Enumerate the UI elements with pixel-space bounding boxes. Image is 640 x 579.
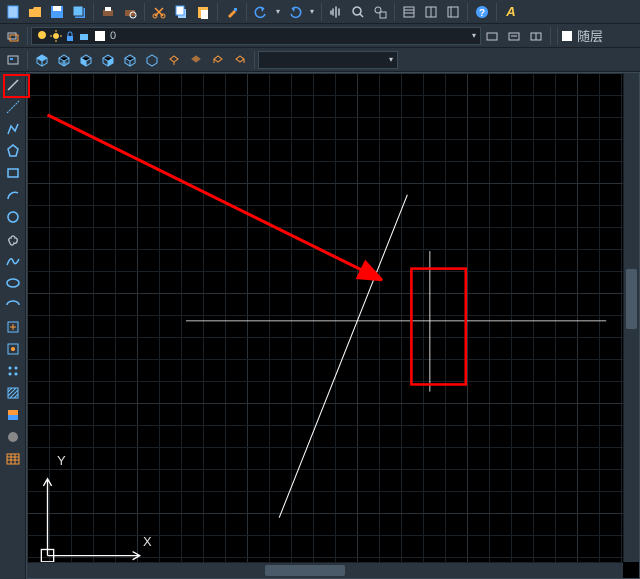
design-center-icon[interactable] xyxy=(421,2,441,22)
chevron-down-icon: ▾ xyxy=(472,31,476,40)
plot-icon[interactable] xyxy=(98,2,118,22)
top-toolbar-3: ▾ xyxy=(0,48,640,72)
view-se-iso-icon[interactable] xyxy=(186,50,206,70)
separator xyxy=(467,3,468,21)
separator xyxy=(394,3,395,21)
circle-tool-icon[interactable] xyxy=(3,207,23,227)
paste-icon[interactable] xyxy=(193,2,213,22)
arc-tool-icon[interactable] xyxy=(3,185,23,205)
make-block-tool-icon[interactable] xyxy=(3,339,23,359)
ellipse-arc-tool-icon[interactable] xyxy=(3,295,23,315)
ucs-y-label: Y xyxy=(57,453,66,468)
view-nw-iso-icon[interactable] xyxy=(230,50,250,70)
revision-cloud-tool-icon[interactable] xyxy=(3,229,23,249)
gradient-tool-icon[interactable] xyxy=(3,405,23,425)
drawing-canvas[interactable]: // grid drawn after data load below xyxy=(26,72,640,579)
print-preview-icon[interactable] xyxy=(120,2,140,22)
layer-name: 0 xyxy=(110,30,116,42)
folder-icon[interactable] xyxy=(25,2,45,22)
match-properties-icon[interactable] xyxy=(222,2,242,22)
separator xyxy=(144,3,145,21)
ellipse-tool-icon[interactable] xyxy=(3,273,23,293)
text-style-icon[interactable]: A xyxy=(501,2,521,22)
separator xyxy=(254,51,255,69)
plot-layer-icon xyxy=(78,30,90,42)
separator xyxy=(496,3,497,21)
layer-properties-icon[interactable] xyxy=(3,26,23,46)
named-views-icon[interactable] xyxy=(3,50,23,70)
line-tool-icon[interactable] xyxy=(3,75,23,95)
view-bottom-icon[interactable] xyxy=(54,50,74,70)
horizontal-scrollbar[interactable] xyxy=(27,562,623,578)
table-tool-icon[interactable] xyxy=(3,449,23,469)
top-toolbar-1: ▾ ▾ ? A xyxy=(0,0,640,24)
separator xyxy=(246,3,247,21)
main-area: // grid drawn after data load below xyxy=(0,72,640,579)
hatch-tool-icon[interactable] xyxy=(3,383,23,403)
svg-text:?: ? xyxy=(479,8,485,19)
visual-style-dropdown[interactable]: ▾ xyxy=(258,51,398,69)
separator xyxy=(27,51,28,69)
view-top-icon[interactable] xyxy=(32,50,52,70)
layer-previous-icon[interactable] xyxy=(482,26,502,46)
undo-icon[interactable] xyxy=(251,2,271,22)
spline-tool-icon[interactable] xyxy=(3,251,23,271)
view-back-icon[interactable] xyxy=(142,50,162,70)
zoom-window-icon[interactable] xyxy=(370,2,390,22)
save-all-icon[interactable] xyxy=(69,2,89,22)
properties-icon[interactable] xyxy=(399,2,419,22)
view-left-icon[interactable] xyxy=(76,50,96,70)
separator xyxy=(93,3,94,21)
color-by-layer-label: 随层 xyxy=(577,26,603,45)
color-swatch-icon xyxy=(561,30,573,42)
layer-color-swatch xyxy=(94,30,106,42)
new-file-icon[interactable] xyxy=(3,2,23,22)
view-front-icon[interactable] xyxy=(120,50,140,70)
sun-icon xyxy=(50,30,62,42)
cut-icon[interactable] xyxy=(149,2,169,22)
region-tool-icon[interactable] xyxy=(3,427,23,447)
zoom-realtime-icon[interactable] xyxy=(348,2,368,22)
undo-dropdown-icon[interactable]: ▾ xyxy=(273,2,283,22)
canvas-overlay xyxy=(27,73,639,578)
save-icon[interactable] xyxy=(47,2,67,22)
lightbulb-icon xyxy=(36,30,48,42)
redo-icon[interactable] xyxy=(285,2,305,22)
layer-off-icon[interactable] xyxy=(526,26,546,46)
vertical-scrollbar[interactable] xyxy=(623,73,639,562)
copy-icon[interactable] xyxy=(171,2,191,22)
layer-state-icon[interactable] xyxy=(504,26,524,46)
polygon-tool-icon[interactable] xyxy=(3,141,23,161)
help-icon[interactable]: ? xyxy=(472,2,492,22)
construction-line-tool-icon[interactable] xyxy=(3,97,23,117)
separator xyxy=(321,3,322,21)
lock-icon xyxy=(64,30,76,42)
pan-icon[interactable] xyxy=(326,2,346,22)
separator xyxy=(217,3,218,21)
tool-palettes-icon[interactable] xyxy=(443,2,463,22)
separator xyxy=(557,27,558,45)
redo-dropdown-icon[interactable]: ▾ xyxy=(307,2,317,22)
chevron-down-icon: ▾ xyxy=(389,55,393,64)
rectangle-tool-icon[interactable] xyxy=(3,163,23,183)
separator xyxy=(550,27,551,45)
separator xyxy=(27,27,28,45)
polyline-tool-icon[interactable] xyxy=(3,119,23,139)
view-right-icon[interactable] xyxy=(98,50,118,70)
view-sw-iso-icon[interactable] xyxy=(164,50,184,70)
view-ne-iso-icon[interactable] xyxy=(208,50,228,70)
insert-block-tool-icon[interactable] xyxy=(3,317,23,337)
layer-dropdown[interactable]: 0 ▾ xyxy=(31,27,481,45)
draw-toolbar xyxy=(0,72,26,579)
top-toolbar-2: 0 ▾ 随层 xyxy=(0,24,640,48)
point-tool-icon[interactable] xyxy=(3,361,23,381)
ucs-x-label: X xyxy=(143,534,152,549)
